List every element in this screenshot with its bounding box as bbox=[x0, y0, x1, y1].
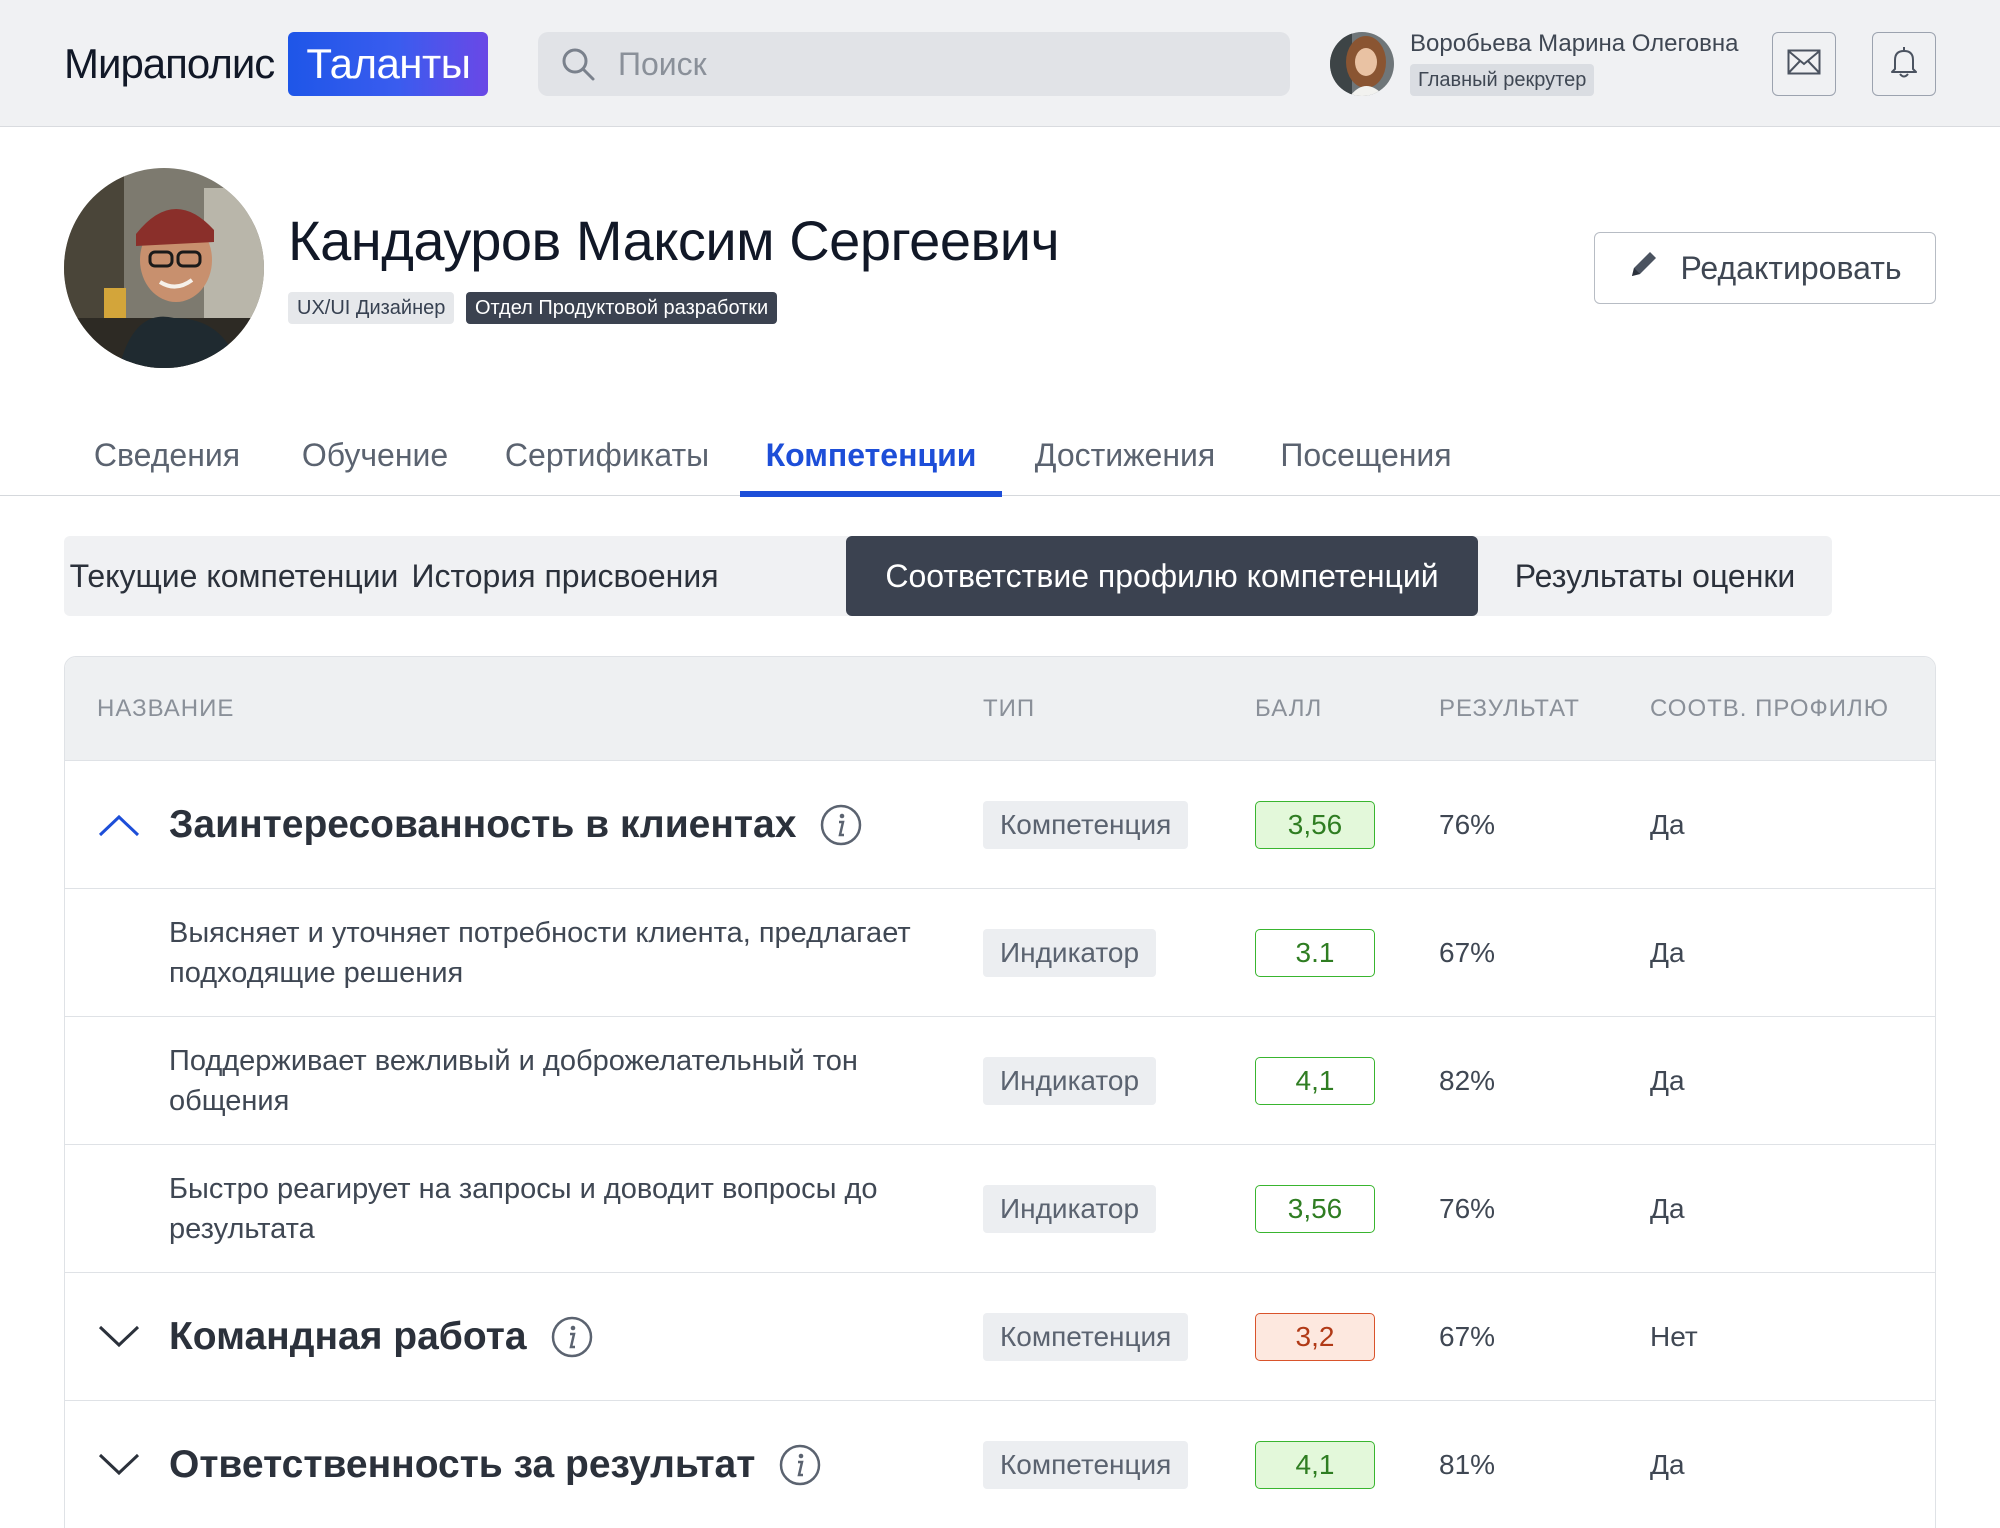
indicator-name: Поддерживает вежливый и доброжелательный… bbox=[169, 1045, 858, 1117]
type-chip: Компетенция bbox=[983, 1313, 1189, 1361]
type-chip: Индикатор bbox=[983, 1185, 1157, 1233]
column-profile-match[interactable]: СООТВ. ПРОФИЛЮ bbox=[1650, 657, 1889, 761]
competency-subtabs: Текущие компетенции История присвоения С… bbox=[64, 536, 1832, 616]
search-box[interactable] bbox=[538, 32, 1290, 96]
score-badge: 3,56 bbox=[1255, 801, 1375, 849]
match-value: Да bbox=[1650, 1065, 1685, 1096]
search-input[interactable] bbox=[618, 32, 1258, 96]
search-icon bbox=[560, 46, 596, 82]
table-row: Быстро реагирует на запросы и доводит во… bbox=[65, 1145, 1935, 1273]
user-role-badge: Главный рекрутер bbox=[1410, 64, 1595, 96]
profile-photo bbox=[64, 168, 264, 368]
score-badge: 3.1 bbox=[1255, 929, 1375, 977]
score-badge: 4,1 bbox=[1255, 1057, 1375, 1105]
messages-button[interactable] bbox=[1772, 32, 1836, 96]
chevron-down-icon[interactable] bbox=[95, 1273, 143, 1401]
competency-name-text: Ответственность за результат bbox=[169, 1443, 756, 1486]
type-chip: Компетенция bbox=[983, 801, 1189, 849]
profile-tabs: Сведения Обучение Сертификаты Компетенци… bbox=[0, 414, 2000, 497]
info-icon[interactable] bbox=[820, 804, 862, 846]
bell-icon bbox=[1889, 45, 1919, 84]
result-value: 67% bbox=[1439, 1321, 1496, 1352]
result-value: 76% bbox=[1439, 1193, 1496, 1224]
subtab-history[interactable]: История присвоения bbox=[404, 536, 726, 616]
table-row[interactable]: Заинтересованность в клиентах Компетенци… bbox=[65, 761, 1935, 889]
column-type[interactable]: ТИП bbox=[983, 657, 1035, 761]
competency-name: Ответственность за результат bbox=[169, 1401, 821, 1528]
tab-certificates[interactable]: Сертификаты bbox=[490, 414, 724, 496]
logo-name: Мираполис bbox=[64, 40, 275, 87]
tab-info[interactable]: Сведения bbox=[72, 414, 262, 496]
notifications-button[interactable] bbox=[1872, 32, 1936, 96]
match-value: Да bbox=[1650, 809, 1685, 840]
score-badge: 3,56 bbox=[1255, 1185, 1375, 1233]
table-header: НАЗВАНИЕ ТИП БАЛЛ РЕЗУЛЬТАТ СООТВ. ПРОФИ… bbox=[65, 657, 1935, 761]
tab-achievements[interactable]: Достижения bbox=[1020, 414, 1230, 496]
tab-visits[interactable]: Посещения bbox=[1270, 414, 1462, 496]
match-value: Нет bbox=[1650, 1321, 1698, 1352]
top-bar: Мираполис Таланты Воробьева Марина Олего… bbox=[0, 0, 2000, 127]
indicator-name: Выясняет и уточняет потребности клиента,… bbox=[169, 917, 911, 989]
column-result[interactable]: РЕЗУЛЬТАТ bbox=[1439, 657, 1580, 761]
competency-name: Заинтересованность в клиентах bbox=[169, 761, 862, 889]
app-logo[interactable]: Мираполис Таланты bbox=[64, 32, 489, 96]
table-row[interactable]: Командная работа Компетенция 3,2 67% Нет bbox=[65, 1273, 1935, 1401]
column-score[interactable]: БАЛЛ bbox=[1255, 657, 1322, 761]
tab-learning[interactable]: Обучение bbox=[285, 414, 465, 496]
match-value: Да bbox=[1650, 937, 1685, 968]
competency-name-text: Командная работа bbox=[169, 1315, 527, 1358]
result-value: 76% bbox=[1439, 809, 1496, 840]
indicator-name: Быстро реагирует на запросы и доводит во… bbox=[169, 1173, 878, 1245]
mail-icon bbox=[1787, 49, 1821, 80]
subtab-results[interactable]: Результаты оценки bbox=[1478, 536, 1832, 616]
subtab-profile-match[interactable]: Соответствие профилю компетенций bbox=[846, 536, 1478, 616]
department-chip: Отдел Продуктовой разработки bbox=[466, 292, 778, 324]
match-value: Да bbox=[1650, 1449, 1685, 1480]
table-row[interactable]: Ответственность за результат Компетенция… bbox=[65, 1401, 1935, 1528]
result-value: 67% bbox=[1439, 937, 1496, 968]
subtab-current[interactable]: Текущие компетенции bbox=[64, 536, 404, 616]
table-row: Поддерживает вежливый и доброжелательный… bbox=[65, 1017, 1935, 1145]
competency-name: Командная работа bbox=[169, 1273, 593, 1401]
tab-competencies[interactable]: Компетенции bbox=[740, 414, 1002, 497]
match-value: Да bbox=[1650, 1193, 1685, 1224]
position-chip: UX/UI Дизайнер bbox=[288, 292, 455, 324]
edit-button-label: Редактировать bbox=[1680, 249, 1902, 286]
chevron-up-icon[interactable] bbox=[95, 761, 143, 889]
type-chip: Индикатор bbox=[983, 1057, 1157, 1105]
competency-name-text: Заинтересованность в клиентах bbox=[169, 803, 797, 846]
chevron-down-icon[interactable] bbox=[95, 1401, 143, 1528]
score-badge: 4,1 bbox=[1255, 1441, 1375, 1489]
user-name[interactable]: Воробьева Марина Олеговна bbox=[1410, 30, 1738, 58]
user-avatar[interactable] bbox=[1330, 32, 1394, 96]
result-value: 82% bbox=[1439, 1065, 1496, 1096]
type-chip: Компетенция bbox=[983, 1441, 1189, 1489]
pencil-icon bbox=[1628, 248, 1660, 288]
competency-table: НАЗВАНИЕ ТИП БАЛЛ РЕЗУЛЬТАТ СООТВ. ПРОФИ… bbox=[64, 656, 1936, 1528]
logo-badge: Таланты bbox=[288, 32, 489, 96]
column-name[interactable]: НАЗВАНИЕ bbox=[97, 657, 234, 761]
profile-full-name: Кандауров Максим Сергеевич bbox=[288, 209, 1060, 272]
info-icon[interactable] bbox=[779, 1444, 821, 1486]
edit-button[interactable]: Редактировать bbox=[1594, 232, 1936, 304]
info-icon[interactable] bbox=[551, 1316, 593, 1358]
type-chip: Индикатор bbox=[983, 929, 1157, 977]
result-value: 81% bbox=[1439, 1449, 1496, 1480]
table-row: Выясняет и уточняет потребности клиента,… bbox=[65, 889, 1935, 1017]
score-badge: 3,2 bbox=[1255, 1313, 1375, 1361]
